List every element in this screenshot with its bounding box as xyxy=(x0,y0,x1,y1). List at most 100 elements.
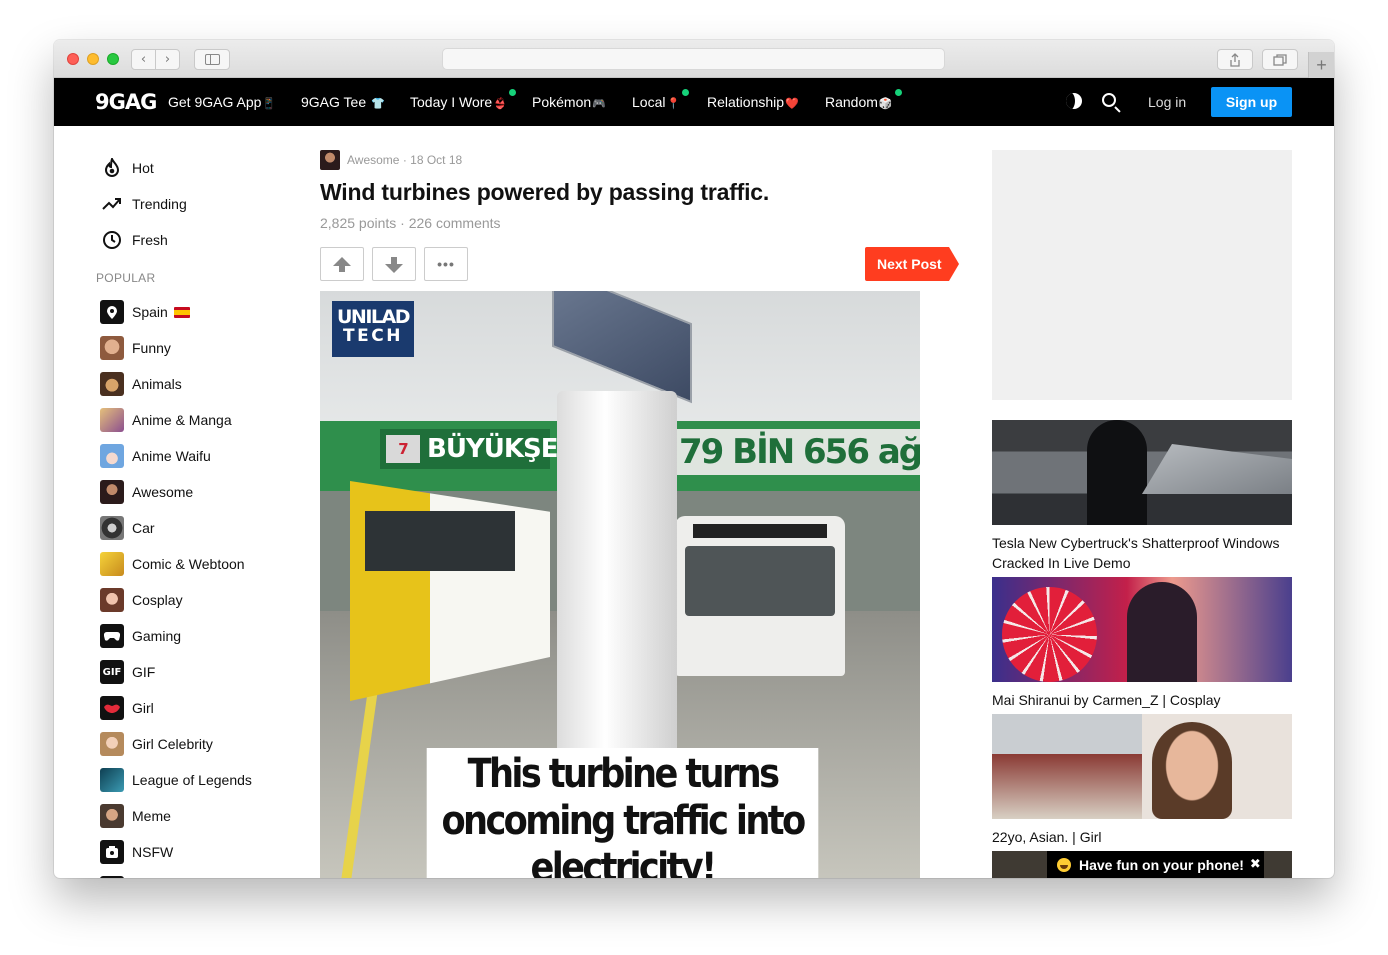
section-avatar[interactable] xyxy=(320,150,340,170)
sidebar-item-anime-waifu[interactable]: Anime Waifu xyxy=(100,444,211,468)
sidebar-item-gif[interactable]: GIF GIF xyxy=(100,660,155,684)
sidebar-item-league-of-legends[interactable]: League of Legends xyxy=(100,768,252,792)
sidebar-item-nsfw[interactable]: NSFW xyxy=(100,840,173,864)
left-sidebar: Hot Trending Fresh POPULAR Spain Funny A… xyxy=(96,126,316,878)
comic-thumb xyxy=(100,552,124,576)
zoom-window-button[interactable] xyxy=(107,53,119,65)
lips-icon xyxy=(100,696,124,720)
popular-heading: POPULAR xyxy=(96,271,156,285)
new-tab-button[interactable]: + xyxy=(1308,52,1334,78)
sidebar-item-girl[interactable]: Girl xyxy=(100,696,154,720)
address-bar[interactable] xyxy=(442,48,945,70)
sidebar-toggle-button[interactable] xyxy=(194,49,230,70)
chevron-left-icon: ‹ xyxy=(140,52,147,67)
dark-mode-toggle-icon[interactable] xyxy=(1066,93,1082,109)
anime-thumb xyxy=(100,408,124,432)
sidebar-item-funny[interactable]: Funny xyxy=(100,336,171,360)
forward-button[interactable]: › xyxy=(155,49,180,70)
login-link[interactable]: Log in xyxy=(1148,94,1186,110)
nav-get-app[interactable]: Get 9GAG App📱 xyxy=(168,94,276,110)
upvote-button[interactable] xyxy=(320,247,364,281)
bikini-icon: 👙 xyxy=(493,98,507,110)
new-indicator-dot xyxy=(894,89,902,96)
tabs-icon xyxy=(1273,53,1287,66)
post-video[interactable]: 7BÜYÜKŞE 79 BİN 656 ağaç UNILAD TECH Thi… xyxy=(320,291,920,878)
chevron-right-icon: › xyxy=(164,52,171,67)
sidebar-item-car[interactable]: Car xyxy=(100,516,155,540)
nsfw-icon xyxy=(100,840,124,864)
gamepad-icon xyxy=(100,624,124,648)
sidebar-item-comic-webtoon[interactable]: Comic & Webtoon xyxy=(100,552,245,576)
sidebar-item-hot[interactable]: Hot xyxy=(100,156,154,180)
minimize-window-button[interactable] xyxy=(87,53,99,65)
app-promo-toast[interactable]: Have fun on your phone! ✖ xyxy=(1047,851,1264,878)
featured-title[interactable]: Mai Shiranui by Carmen_Z | Cosplay xyxy=(992,690,1292,710)
site-logo[interactable]: 9GAG xyxy=(95,90,157,114)
section-thumb xyxy=(100,876,124,878)
arrow-down-icon xyxy=(385,256,403,273)
laughing-emoji-icon xyxy=(1057,857,1071,872)
search-icon[interactable] xyxy=(1102,93,1116,107)
ad-placeholder xyxy=(992,150,1292,400)
heart-icon: ❤️ xyxy=(785,98,799,110)
site-header: 9GAG Get 9GAG App📱 9GAG Tee 👕 Today I Wo… xyxy=(54,78,1334,126)
post-meta: Awesome · 18 Oct 18 xyxy=(320,150,960,170)
new-indicator-dot xyxy=(508,89,516,96)
sidebar-item-spain[interactable]: Spain xyxy=(100,300,190,324)
featured-post-1[interactable]: Tesla New Cybertruck's Shatterproof Wind… xyxy=(992,420,1292,573)
nav-9gag-tee[interactable]: 9GAG Tee 👕 xyxy=(301,94,385,110)
signup-button[interactable]: Sign up xyxy=(1211,87,1292,117)
animals-thumb xyxy=(100,372,124,396)
sidebar-item-gaming[interactable]: Gaming xyxy=(100,624,181,648)
location-pin-icon xyxy=(100,300,124,324)
featured-title[interactable]: 22yo, Asian. | Girl xyxy=(992,827,1292,847)
phone-icon: 📱 xyxy=(262,98,277,110)
video-caption: This turbine turns oncoming traffic into… xyxy=(426,748,819,878)
banner-sign-right: 79 BİN 656 ağaç xyxy=(675,429,920,475)
share-button[interactable] xyxy=(1217,49,1253,70)
nav-today-i-wore[interactable]: Today I Wore👙 xyxy=(410,89,516,110)
tshirt-icon: 👕 xyxy=(371,98,385,110)
sidebar-item-girl-celebrity[interactable]: Girl Celebrity xyxy=(100,732,213,756)
awesome-thumb xyxy=(100,480,124,504)
post-date: 18 Oct 18 xyxy=(410,153,463,167)
sidebar-item-cosplay[interactable]: Cosplay xyxy=(100,588,183,612)
featured-post-2[interactable]: Mai Shiranui by Carmen_Z | Cosplay xyxy=(992,577,1292,710)
gif-icon: GIF xyxy=(100,660,124,684)
close-icon[interactable]: ✖ xyxy=(1250,857,1261,872)
gamepad-icon: 🎮 xyxy=(592,98,606,110)
featured-thumbnail[interactable] xyxy=(992,420,1292,525)
cosplay-thumb xyxy=(100,588,124,612)
featured-thumbnail[interactable] xyxy=(992,714,1292,819)
featured-post-3[interactable]: 22yo, Asian. | Girl xyxy=(992,714,1292,847)
post-section[interactable]: Awesome xyxy=(347,153,399,167)
sidebar-item-animals[interactable]: Animals xyxy=(100,372,182,396)
sidebar-item-fresh[interactable]: Fresh xyxy=(100,228,168,252)
sidebar-item-trending[interactable]: Trending xyxy=(100,192,187,216)
video-bus-right xyxy=(675,516,845,676)
downvote-button[interactable] xyxy=(372,247,416,281)
nav-pokemon[interactable]: Pokémon🎮 xyxy=(532,94,606,110)
featured-thumbnail[interactable] xyxy=(992,577,1292,682)
lol-thumb xyxy=(100,768,124,792)
next-post-button[interactable]: Next Post xyxy=(865,247,959,281)
back-button[interactable]: ‹ xyxy=(131,49,156,70)
dice-icon: 🎲 xyxy=(878,98,893,110)
more-options-button[interactable]: ••• xyxy=(424,247,468,281)
sidebar-item-partial[interactable] xyxy=(100,876,132,878)
sidebar-item-meme[interactable]: Meme xyxy=(100,804,171,828)
featured-title[interactable]: Tesla New Cybertruck's Shatterproof Wind… xyxy=(992,533,1292,573)
sidebar-item-anime-manga[interactable]: Anime & Manga xyxy=(100,408,232,432)
close-window-button[interactable] xyxy=(67,53,79,65)
show-tabs-button[interactable] xyxy=(1262,49,1298,70)
post-stats[interactable]: 2,825 points · 226 comments xyxy=(320,215,501,231)
meta-separator: · xyxy=(399,153,411,167)
nav-random[interactable]: Random🎲 xyxy=(825,89,902,110)
car-thumb xyxy=(100,516,124,540)
nav-relationship[interactable]: Relationship❤️ xyxy=(707,94,799,110)
new-indicator-dot xyxy=(682,89,690,96)
nav-local[interactable]: Local📍 xyxy=(632,89,690,110)
waifu-thumb xyxy=(100,444,124,468)
sidebar-item-awesome[interactable]: Awesome xyxy=(100,480,193,504)
celebrity-thumb xyxy=(100,732,124,756)
